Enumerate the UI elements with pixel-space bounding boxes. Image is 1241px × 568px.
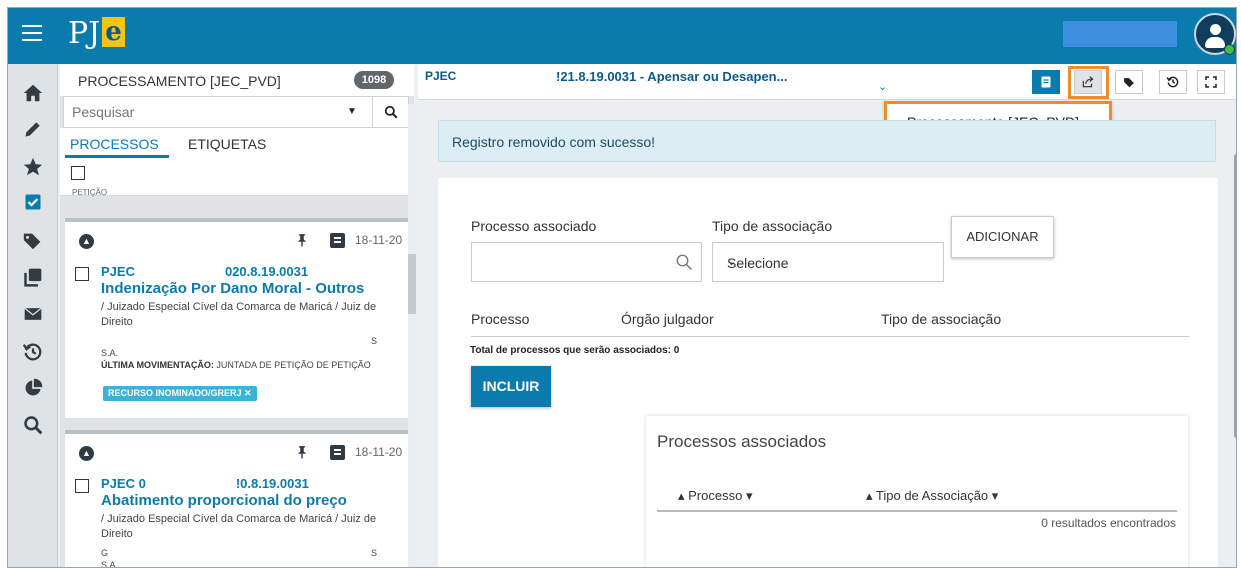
copies-icon[interactable] — [21, 267, 45, 291]
col-processo: Processo — [471, 311, 530, 327]
process-card[interactable]: ▲ 18-11-20 PJEC 0 !0.8.19.0031 Abatimento… — [65, 430, 409, 568]
count-badge: 1098 — [354, 71, 394, 89]
table-divider — [471, 336, 1189, 337]
chevron-down-icon[interactable]: ⌄ — [878, 80, 887, 93]
col-orgao: Órgão julgador — [621, 311, 714, 327]
party-line: S.A. — [101, 560, 119, 568]
process-number[interactable]: PJEC 0 !0.8.19.0031 — [101, 476, 309, 491]
sidebar — [8, 64, 58, 567]
history-icon[interactable] — [21, 341, 45, 365]
search-icon — [676, 254, 693, 271]
pin-icon[interactable] — [295, 444, 309, 464]
assoc-title: Processos associados — [657, 432, 827, 451]
association-form-card: Processo associado Tipo de associação Se… — [438, 178, 1218, 567]
tipo-associacao-label: Tipo de associação — [712, 218, 833, 234]
tab-etiquetas[interactable]: ETIQUETAS — [188, 136, 266, 152]
select-all-checkbox[interactable] — [71, 166, 85, 180]
clipped-text: PETIÇÃO — [72, 188, 108, 197]
process-list-panel: PROCESSAMENTO [JEC_PVD] 1098 ▼ PROCESSOS… — [60, 64, 414, 568]
pin-icon[interactable] — [295, 232, 309, 252]
process-number[interactable]: PJEC 020.8.19.0031 — [101, 264, 308, 279]
list-tabs: PROCESSOS ETIQUETAS — [60, 128, 414, 158]
list-scrollbar[interactable] — [408, 104, 416, 567]
total-text: Total de processos que serão associados:… — [470, 345, 680, 356]
tipo-associacao-select[interactable]: Selecione ⌄ — [712, 242, 944, 282]
search-icon[interactable] — [21, 415, 45, 439]
main-scrollbar[interactable] — [1234, 140, 1236, 438]
card-date: 18-11-20 — [355, 445, 403, 459]
process-orgao: / Juizado Especial Cível da Comarca de M… — [101, 513, 377, 540]
last-movement: ÚLTIMA MOVIMENTAÇÃO: JUNTADA DE PETIÇÃO … — [101, 360, 371, 370]
top-bar: PJ e — [8, 8, 1236, 64]
history-button[interactable] — [1159, 70, 1187, 94]
party-line: S.A. — [101, 348, 119, 358]
book-icon[interactable] — [330, 445, 345, 460]
process-prefix: PJEC — [425, 69, 457, 83]
pencil-icon[interactable] — [21, 119, 45, 143]
share-highlight — [1068, 66, 1109, 99]
document-button[interactable] — [1032, 70, 1060, 94]
process-card[interactable]: ▲ 18-11-20 PJEC 020.8.19.0031 Indenização… — [65, 218, 409, 418]
associated-processes-panel: Processos associados ▴ Processo ▾ ▴ Tipo… — [646, 416, 1188, 567]
online-status-icon — [1224, 44, 1235, 55]
list-header: PROCESSAMENTO [JEC_PVD] 1098 — [60, 64, 414, 96]
search-button[interactable] — [372, 97, 408, 127]
success-alert: Registro removido com sucesso! — [438, 120, 1216, 162]
card-checkbox[interactable] — [75, 267, 89, 281]
party-suffix: S — [371, 548, 378, 558]
user-avatar[interactable] — [1194, 13, 1236, 55]
star-icon[interactable] — [21, 156, 45, 180]
alert-message: Registro removido com sucesso! — [452, 134, 656, 150]
processo-associado-label: Processo associado — [471, 218, 597, 234]
user-name-box[interactable] — [1063, 21, 1177, 47]
party-suffix: S — [371, 336, 378, 346]
tag-badge[interactable]: RECURSO INOMINADO/GRERJ ✕ — [103, 386, 257, 401]
tag-button[interactable] — [1115, 70, 1143, 94]
sort-processo[interactable]: ▴ Processo ▾ — [678, 488, 752, 504]
chevron-down-icon: ⌄ — [727, 256, 737, 268]
incluir-button[interactable]: INCLUIR — [471, 366, 551, 407]
process-orgao: / Juizado Especial Cível da Comarca de M… — [101, 301, 377, 328]
hamburger-menu-icon[interactable] — [22, 25, 42, 45]
party-prefix: G — [101, 548, 109, 558]
card-date: 18-11-20 — [355, 233, 403, 247]
select-all-row: PETIÇÃO — [60, 158, 414, 197]
results-count: 0 resultados encontrados — [1041, 516, 1176, 530]
search-input[interactable] — [64, 97, 330, 127]
col-tipo: Tipo de associação — [881, 311, 1002, 327]
process-class[interactable]: Abatimento proporcional do preço — [101, 492, 347, 509]
mail-icon[interactable] — [21, 304, 45, 328]
sort-tipo[interactable]: ▴ Tipo de Associação ▾ — [866, 488, 998, 504]
checkbox-icon[interactable] — [21, 193, 45, 217]
fullscreen-button[interactable] — [1197, 70, 1225, 94]
book-icon[interactable] — [330, 233, 345, 248]
process-header: PJEC !21.8.19.0031 - Apensar ou Desapen.… — [418, 64, 1236, 100]
adicionar-button[interactable]: ADICIONAR — [951, 216, 1054, 258]
process-title: !21.8.19.0031 - Apensar ou Desapen... — [556, 69, 788, 84]
search-box: ▼ — [63, 96, 409, 128]
arrow-up-icon[interactable]: ▲ — [79, 234, 94, 249]
list-title: PROCESSAMENTO [JEC_PVD] — [78, 73, 281, 89]
main-panel: PJEC !21.8.19.0031 - Apensar ou Desapen.… — [418, 64, 1236, 567]
tab-processos[interactable]: PROCESSOS — [70, 136, 159, 152]
card-checkbox[interactable] — [75, 479, 89, 493]
pie-chart-icon[interactable] — [21, 378, 45, 402]
tags-icon[interactable] — [21, 230, 45, 254]
assoc-divider — [657, 510, 1177, 512]
pje-logo[interactable]: PJ e — [68, 14, 125, 54]
arrow-up-icon[interactable]: ▲ — [79, 446, 94, 461]
home-icon[interactable] — [21, 82, 45, 106]
processo-input[interactable] — [471, 242, 702, 282]
app-frame: PJ e PROCESSAMENTO [JEC_PVD] 1098 Pesqui… — [7, 7, 1237, 568]
search-dropdown-icon[interactable]: ▼ — [334, 97, 370, 127]
process-class[interactable]: Indenização Por Dano Moral - Outros — [101, 280, 364, 297]
